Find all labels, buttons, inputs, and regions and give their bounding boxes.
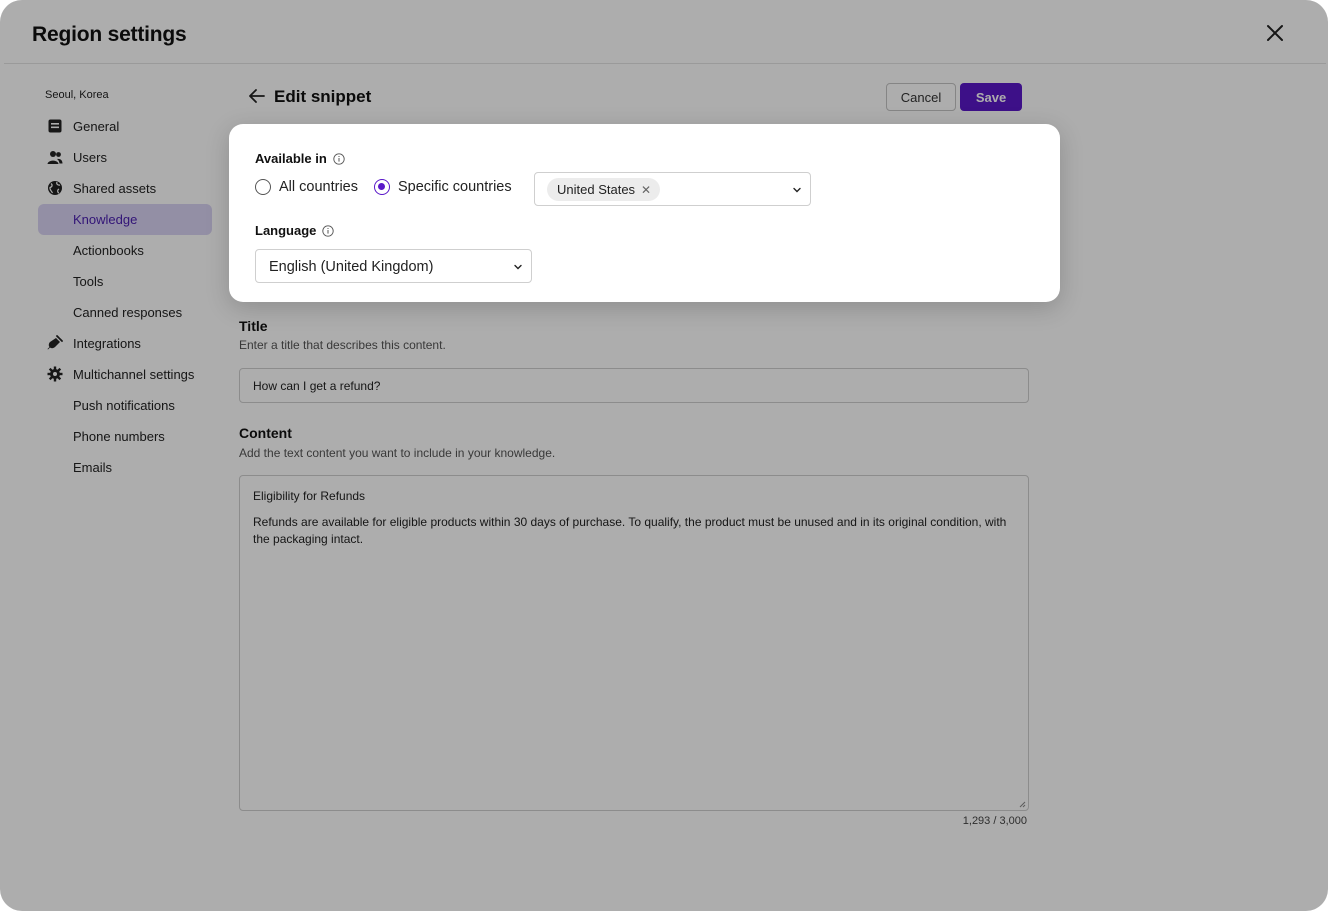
sidebar-item-label: Multichannel settings	[73, 367, 195, 382]
sidebar-item-knowledge[interactable]: Knowledge	[38, 204, 212, 235]
page-title: Edit snippet	[274, 87, 372, 106]
sidebar-item-label: Canned responses	[73, 305, 183, 320]
content-body-text: Refunds are available for eligible produ…	[253, 515, 1007, 546]
sidebar-item-tools[interactable]: Tools	[38, 266, 212, 297]
country-chip-label: United States	[557, 182, 636, 197]
cancel-button[interactable]: Cancel	[886, 83, 956, 111]
gear-icon	[47, 366, 63, 382]
radio-specific-countries[interactable]: Specific countries	[373, 179, 512, 195]
language-text: Language	[255, 223, 317, 238]
availability-radio-group: All countries Specific countries	[255, 179, 528, 195]
title-input[interactable]: How can I get a refund?	[239, 368, 1029, 403]
content-textarea[interactable]: Eligibility for Refunds Refunds are avai…	[239, 475, 1029, 811]
plug-icon	[47, 335, 63, 350]
radio-label: Specific countries	[397, 179, 512, 195]
radio-circle-checked	[373, 179, 390, 195]
sidebar-item-integrations[interactable]: Integrations	[38, 328, 212, 359]
availability-popover: Available in All countries Specific coun…	[229, 124, 1060, 302]
country-multiselect[interactable]: United States ✕	[534, 172, 811, 206]
sidebar-item-label: Shared assets	[73, 181, 157, 196]
sidebar-item-label: Tools	[73, 274, 104, 289]
country-chip: United States ✕	[547, 178, 661, 201]
sidebar-item-label: Phone numbers	[73, 429, 165, 444]
document-icon	[48, 119, 62, 133]
sidebar-item-canned-responses[interactable]: Canned responses	[38, 297, 212, 328]
sidebar-item-general[interactable]: General	[38, 111, 212, 142]
content-label: Content	[239, 425, 292, 441]
sidebar-item-label: Users	[73, 150, 107, 165]
sidebar-item-label: Actionbooks	[73, 243, 144, 258]
available-in-label: Available in	[255, 151, 345, 166]
content-heading-text: Eligibility for Refunds	[253, 489, 366, 503]
chevron-down-icon	[514, 264, 522, 270]
sidebar-item-push-notifications[interactable]: Push notifications	[38, 390, 212, 421]
save-button[interactable]: Save	[960, 83, 1022, 111]
region-label: Seoul, Korea	[45, 89, 109, 101]
radio-all-countries[interactable]: All countries	[255, 179, 358, 195]
title-help-text: Enter a title that describes this conten…	[239, 338, 446, 352]
users-icon	[47, 151, 63, 164]
info-icon[interactable]	[333, 152, 345, 165]
sidebar-item-label: Push notifications	[73, 398, 175, 413]
sidebar-item-label: General	[73, 119, 120, 134]
title-label: Title	[239, 318, 268, 334]
sidebar-item-users[interactable]: Users	[38, 142, 212, 173]
chevron-down-icon	[793, 187, 801, 193]
content-help-text: Add the text content you want to include…	[239, 446, 556, 460]
language-label: Language	[255, 223, 335, 238]
chip-remove-icon[interactable]: ✕	[641, 183, 651, 197]
close-icon[interactable]	[1264, 22, 1286, 44]
sidebar-item-label: Knowledge	[73, 212, 138, 227]
language-select[interactable]: English (United Kingdom)	[255, 249, 532, 283]
language-selected-value: English (United Kingdom)	[269, 259, 434, 275]
back-arrow-icon[interactable]	[247, 86, 267, 106]
sidebar-item-multichannel-settings[interactable]: Multichannel settings	[38, 359, 212, 390]
radio-label: All countries	[279, 179, 358, 195]
sidebar-item-phone-numbers[interactable]: Phone numbers	[38, 421, 212, 452]
sidebar-item-label: Integrations	[73, 336, 141, 351]
sidebar-item-actionbooks[interactable]: Actionbooks	[38, 235, 212, 266]
sidebar-item-emails[interactable]: Emails	[38, 452, 212, 483]
globe-icon	[48, 181, 62, 195]
sidebar-item-label: Emails	[73, 460, 113, 475]
resize-handle-icon[interactable]	[1018, 800, 1026, 808]
window-header: Region settings	[4, 2, 1326, 64]
window-title: Region settings	[32, 23, 187, 46]
sidebar-item-shared-assets[interactable]: Shared assets	[38, 173, 212, 204]
character-count: 1,293 / 3,000	[962, 815, 1027, 827]
radio-circle	[255, 179, 271, 195]
available-in-text: Available in	[255, 151, 327, 166]
info-icon[interactable]	[322, 224, 335, 237]
